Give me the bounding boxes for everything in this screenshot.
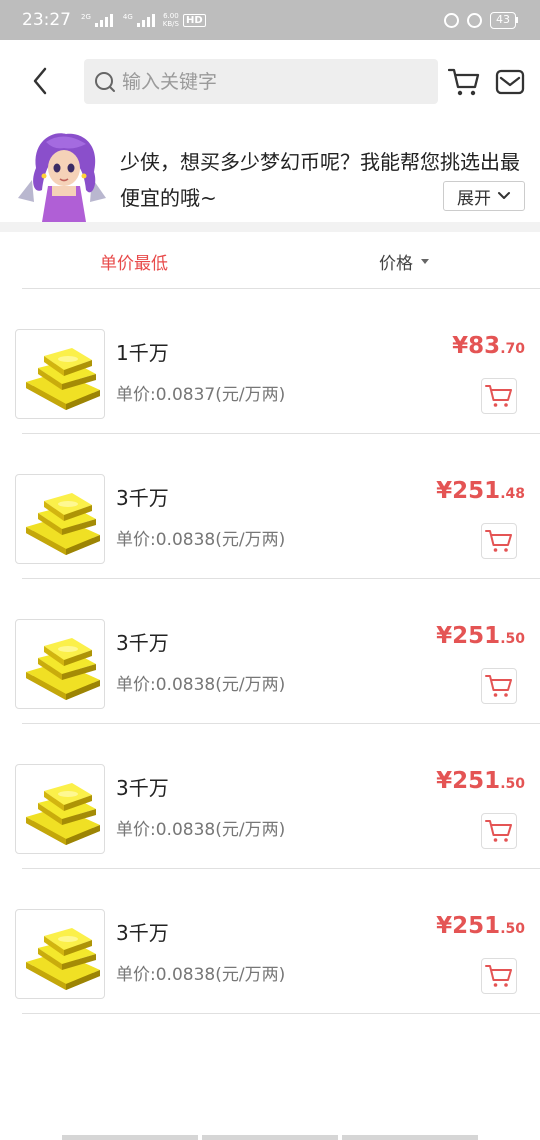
message-icon[interactable] [495, 68, 525, 96]
item-price-integer: ¥83 [452, 333, 501, 359]
bottom-tab-bar [62, 1135, 478, 1140]
sort-price[interactable]: 价格 [379, 249, 429, 274]
item-price-integer: ¥251 [436, 623, 501, 649]
item-price: ¥83.70 [452, 333, 525, 359]
item-price: ¥251.50 [436, 623, 525, 649]
search-bar[interactable] [84, 59, 438, 104]
item-price: ¥251.50 [436, 913, 525, 939]
signal-icon-2: 4G [123, 13, 155, 27]
add-to-cart-button[interactable] [481, 523, 517, 559]
expand-button[interactable]: 展开 [443, 181, 525, 211]
gold-bars-icon [26, 928, 100, 990]
gold-bars-image [15, 909, 105, 999]
sort-price-label: 价格 [379, 254, 413, 274]
speed-value: 6.00 [163, 12, 179, 20]
cart-icon [485, 385, 512, 407]
item-divider [22, 1013, 540, 1014]
gold-bars-icon [26, 638, 100, 700]
chevron-down-icon [498, 192, 510, 199]
search-input[interactable] [122, 70, 422, 93]
item-price-decimal: .48 [500, 486, 525, 502]
item-price: ¥251.48 [436, 478, 525, 504]
cart-icon [485, 675, 512, 697]
lock-rotation-icon [444, 12, 459, 28]
speed-unit: KB/S [162, 20, 179, 28]
item-price-integer: ¥251 [436, 913, 501, 939]
gold-bars-image [15, 329, 105, 419]
gold-bars-image [15, 764, 105, 854]
add-to-cart-button[interactable] [481, 958, 517, 994]
tab-indicator [62, 1135, 198, 1140]
item-unit-price: 单价:0.0838(元/万两) [116, 965, 286, 985]
item-price-decimal: .50 [500, 921, 525, 937]
search-icon [95, 71, 115, 92]
item-unit-price: 单价:0.0838(元/万两) [116, 530, 286, 550]
add-to-cart-button[interactable] [481, 668, 517, 704]
add-to-cart-button[interactable] [481, 813, 517, 849]
add-to-cart-button[interactable] [481, 378, 517, 414]
item-price-decimal: .50 [500, 776, 525, 792]
section-divider [0, 222, 540, 232]
sort-lowest-unit-price[interactable]: 单价最低 [100, 249, 168, 274]
assistant-avatar [18, 133, 106, 222]
list-item[interactable]: 3千万 单价:0.0838(元/万两) ¥251.48 [0, 434, 540, 579]
sim1-label: 2G [81, 13, 91, 21]
sort-bar: 单价最低 价格 [0, 232, 540, 288]
cart-icon[interactable] [448, 67, 480, 97]
item-price-decimal: .70 [500, 341, 525, 357]
item-name: 3千万 [116, 921, 169, 945]
network-speed: 6.00 KB/S [163, 12, 179, 28]
product-list[interactable]: 1千5百万 单价:0.0833(元/万两) ¥125 [0, 288, 540, 1140]
sort-down-icon [421, 259, 429, 264]
item-unit-price: 单价:0.0838(元/万两) [116, 675, 286, 695]
gold-bars-icon [26, 783, 100, 845]
item-price: ¥251.50 [436, 768, 525, 794]
item-unit-price: 单价:0.0837(元/万两) [116, 385, 286, 405]
page: 23:27 2G 4G 6.00 KB/S HD 43 输入关键字 少侠，想买多… [0, 0, 540, 1140]
list-item[interactable]: 3千万 单价:0.0838(元/万两) ¥251.50 [0, 869, 540, 1014]
battery-icon: 43 [490, 11, 518, 29]
item-price-integer: ¥251 [436, 478, 501, 504]
tab-indicator [202, 1135, 338, 1140]
item-name: 3千万 [116, 776, 169, 800]
gold-bars-icon [26, 493, 100, 555]
alarm-icon [467, 12, 482, 28]
item-name: 1千万 [116, 341, 169, 365]
gold-bars-icon [26, 348, 100, 410]
item-name: 3千万 [116, 631, 169, 655]
expand-label: 展开 [457, 188, 491, 209]
item-price-integer: ¥251 [436, 768, 501, 794]
top-nav [0, 40, 540, 124]
battery-level: 43 [490, 11, 516, 29]
status-bar: 23:27 2G 4G 6.00 KB/S HD 43 [0, 0, 540, 40]
signal-icon-1: 2G [81, 13, 113, 27]
list-item[interactable]: 3千万 单价:0.0838(元/万两) ¥251.50 [0, 724, 540, 869]
item-price-decimal: .50 [500, 631, 525, 647]
list-item[interactable]: 1千万 单价:0.0837(元/万两) ¥83.70 [0, 289, 540, 434]
gold-bars-image [15, 474, 105, 564]
item-unit-price: 单价:0.0838(元/万两) [116, 820, 286, 840]
item-name: 3千万 [116, 486, 169, 510]
cart-icon [485, 820, 512, 842]
status-time: 23:27 [22, 10, 71, 30]
gold-bars-image [15, 619, 105, 709]
tab-indicator [342, 1135, 478, 1140]
list-item[interactable]: 3千万 单价:0.0838(元/万两) ¥251.50 [0, 579, 540, 724]
sim2-label: 4G [122, 13, 133, 21]
cart-icon [485, 530, 512, 552]
hd-icon: HD [182, 13, 206, 27]
cart-icon [485, 965, 512, 987]
back-arrow-icon[interactable] [28, 66, 54, 96]
assistant-banner: 少侠，想买多少梦幻币呢？我能帮您挑选出最便宜的哦~ 展开 [0, 124, 540, 222]
